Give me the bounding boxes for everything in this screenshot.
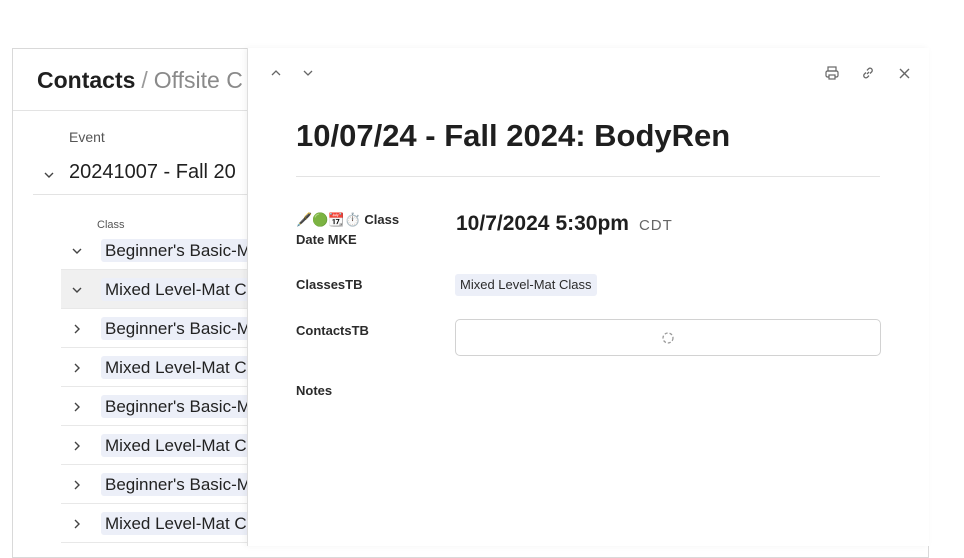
group-field-label: Event <box>69 129 105 145</box>
chevron-down-icon[interactable] <box>71 284 83 296</box>
notes-label: Notes <box>296 383 333 398</box>
chevron-down-icon <box>303 70 313 76</box>
classes-tag[interactable]: Mixed Level-Mat Class <box>455 274 597 296</box>
contacts-field[interactable] <box>455 319 881 356</box>
status-emoji-icons: 🖋️🟢📆⏱️ <box>296 212 361 227</box>
chevron-right-icon[interactable] <box>71 518 83 530</box>
class-pill: Mixed Level-Mat C <box>101 278 251 301</box>
class-date-value[interactable]: 10/7/2024 5:30pm CDT <box>456 212 673 236</box>
classes-label: ClassesTB <box>296 277 363 292</box>
subgroup-field-label: Class <box>97 219 125 231</box>
breadcrumb-root[interactable]: Contacts <box>37 67 135 93</box>
breadcrumb-current: Offsite C <box>153 67 243 93</box>
chevron-down-icon[interactable] <box>71 245 83 257</box>
contacts-label: ContactsTB <box>296 323 369 338</box>
print-button[interactable] <box>822 63 842 83</box>
chevron-right-icon[interactable] <box>71 440 83 452</box>
loading-spinner-icon <box>662 332 674 344</box>
close-icon <box>899 68 909 78</box>
class-pill: Beginner's Basic-M <box>101 239 255 262</box>
next-record-button[interactable] <box>298 63 318 83</box>
class-pill: Beginner's Basic-M <box>101 473 255 496</box>
class-pill: Mixed Level-Mat C <box>101 512 251 535</box>
title-divider <box>296 176 880 177</box>
close-button[interactable] <box>894 63 914 83</box>
class-date-label: 🖋️🟢📆⏱️ Class Date MKE <box>296 210 426 250</box>
chevron-right-icon[interactable] <box>71 323 83 335</box>
chevron-right-icon[interactable] <box>71 479 83 491</box>
previous-record-button[interactable] <box>266 63 286 83</box>
time-value: 5:30pm <box>555 212 629 235</box>
chevron-right-icon[interactable] <box>71 362 83 374</box>
class-pill: Beginner's Basic-M <box>101 395 255 418</box>
class-pill: Mixed Level-Mat C <box>101 434 251 457</box>
date-value: 10/7/2024 <box>456 212 550 235</box>
chevron-up-icon <box>271 70 281 76</box>
link-icon <box>863 67 873 79</box>
timezone-value: CDT <box>638 217 673 234</box>
record-detail-panel: 10/07/24 - Fall 2024: BodyRen 🖋️🟢📆⏱️ Cla… <box>247 48 929 546</box>
printer-icon <box>825 66 839 80</box>
record-title: 10/07/24 - Fall 2024: BodyRen <box>296 118 731 153</box>
class-pill: Beginner's Basic-M <box>101 317 255 340</box>
copy-link-button[interactable] <box>858 63 878 83</box>
breadcrumb: Contacts / Offsite C <box>37 67 243 94</box>
chevron-down-icon[interactable] <box>43 169 55 181</box>
group-title: 20241007 - Fall 20 <box>69 161 236 183</box>
class-pill: Mixed Level-Mat C <box>101 356 251 379</box>
breadcrumb-separator: / <box>141 67 148 93</box>
chevron-right-icon[interactable] <box>71 401 83 413</box>
